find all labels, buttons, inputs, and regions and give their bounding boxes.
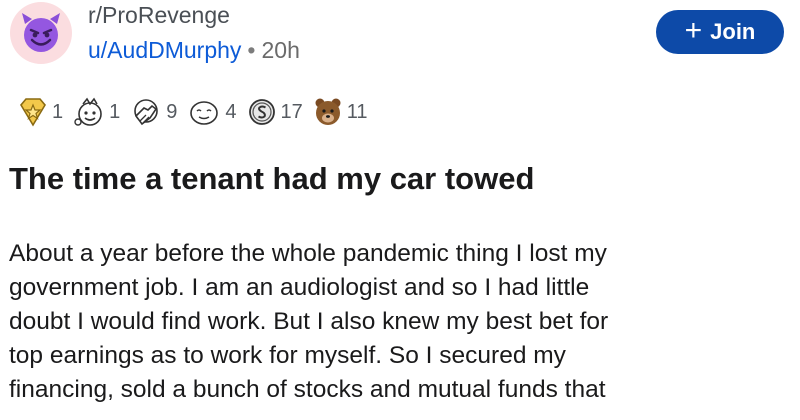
body-line: government job. I am an audiologist and … (9, 274, 590, 301)
award-silver[interactable]: 17 (247, 97, 303, 127)
join-button[interactable]: + Join (656, 10, 784, 54)
body-line: About a year before the whole pandemic t… (9, 240, 607, 267)
subreddit-name[interactable]: r/ProRevenge (88, 2, 230, 29)
award-count: 11 (346, 100, 368, 123)
body-line: doubt I would find work. But I also knew… (9, 308, 609, 335)
body-line: top earnings as to work for myself. So I… (9, 342, 566, 369)
join-button-label: Join (710, 19, 756, 44)
subreddit-avatar[interactable] (10, 2, 72, 64)
award-count: 17 (280, 100, 303, 123)
plus-icon: + (684, 13, 703, 47)
star-medal-icon (20, 98, 46, 127)
wholesome-face-icon (74, 97, 102, 126)
award-count: 1 (109, 100, 121, 123)
post-meta: u/AudDMurphy • 20h (88, 37, 300, 64)
facepalm-face-icon (134, 99, 159, 126)
award-relieved[interactable]: 4 (187, 96, 237, 128)
meta-separator: • (247, 37, 256, 63)
award-count: 4 (225, 100, 237, 123)
smiling-devil-icon (22, 13, 60, 52)
author-username[interactable]: u/AudDMurphy (88, 37, 241, 63)
silver-coin-icon (248, 99, 275, 125)
award-count: 9 (166, 100, 178, 123)
post-body: About a year before the whole pandemic t… (9, 237, 799, 407)
body-line: financing, sold a bunch of stocks and mu… (9, 376, 606, 403)
post-header: r/ProRevenge u/AudDMurphy • 20h + Join (0, 0, 800, 80)
awards-row[interactable]: 1 1 9 4 17 11 (18, 94, 378, 130)
award-wholesome[interactable]: 1 (73, 96, 120, 128)
award-star-medal[interactable]: 1 (18, 97, 63, 127)
bear-face-icon (315, 98, 341, 125)
award-facepalm[interactable]: 9 (130, 96, 177, 128)
post-age: 20h (261, 37, 300, 63)
award-bear[interactable]: 11 (313, 96, 368, 128)
reddit-post-view: r/ProRevenge u/AudDMurphy•20h + Join 1 (0, 0, 800, 420)
relieved-face-icon (190, 101, 219, 125)
post-title[interactable]: The time a tenant had my car towed (9, 161, 534, 197)
award-count: 1 (52, 100, 64, 123)
